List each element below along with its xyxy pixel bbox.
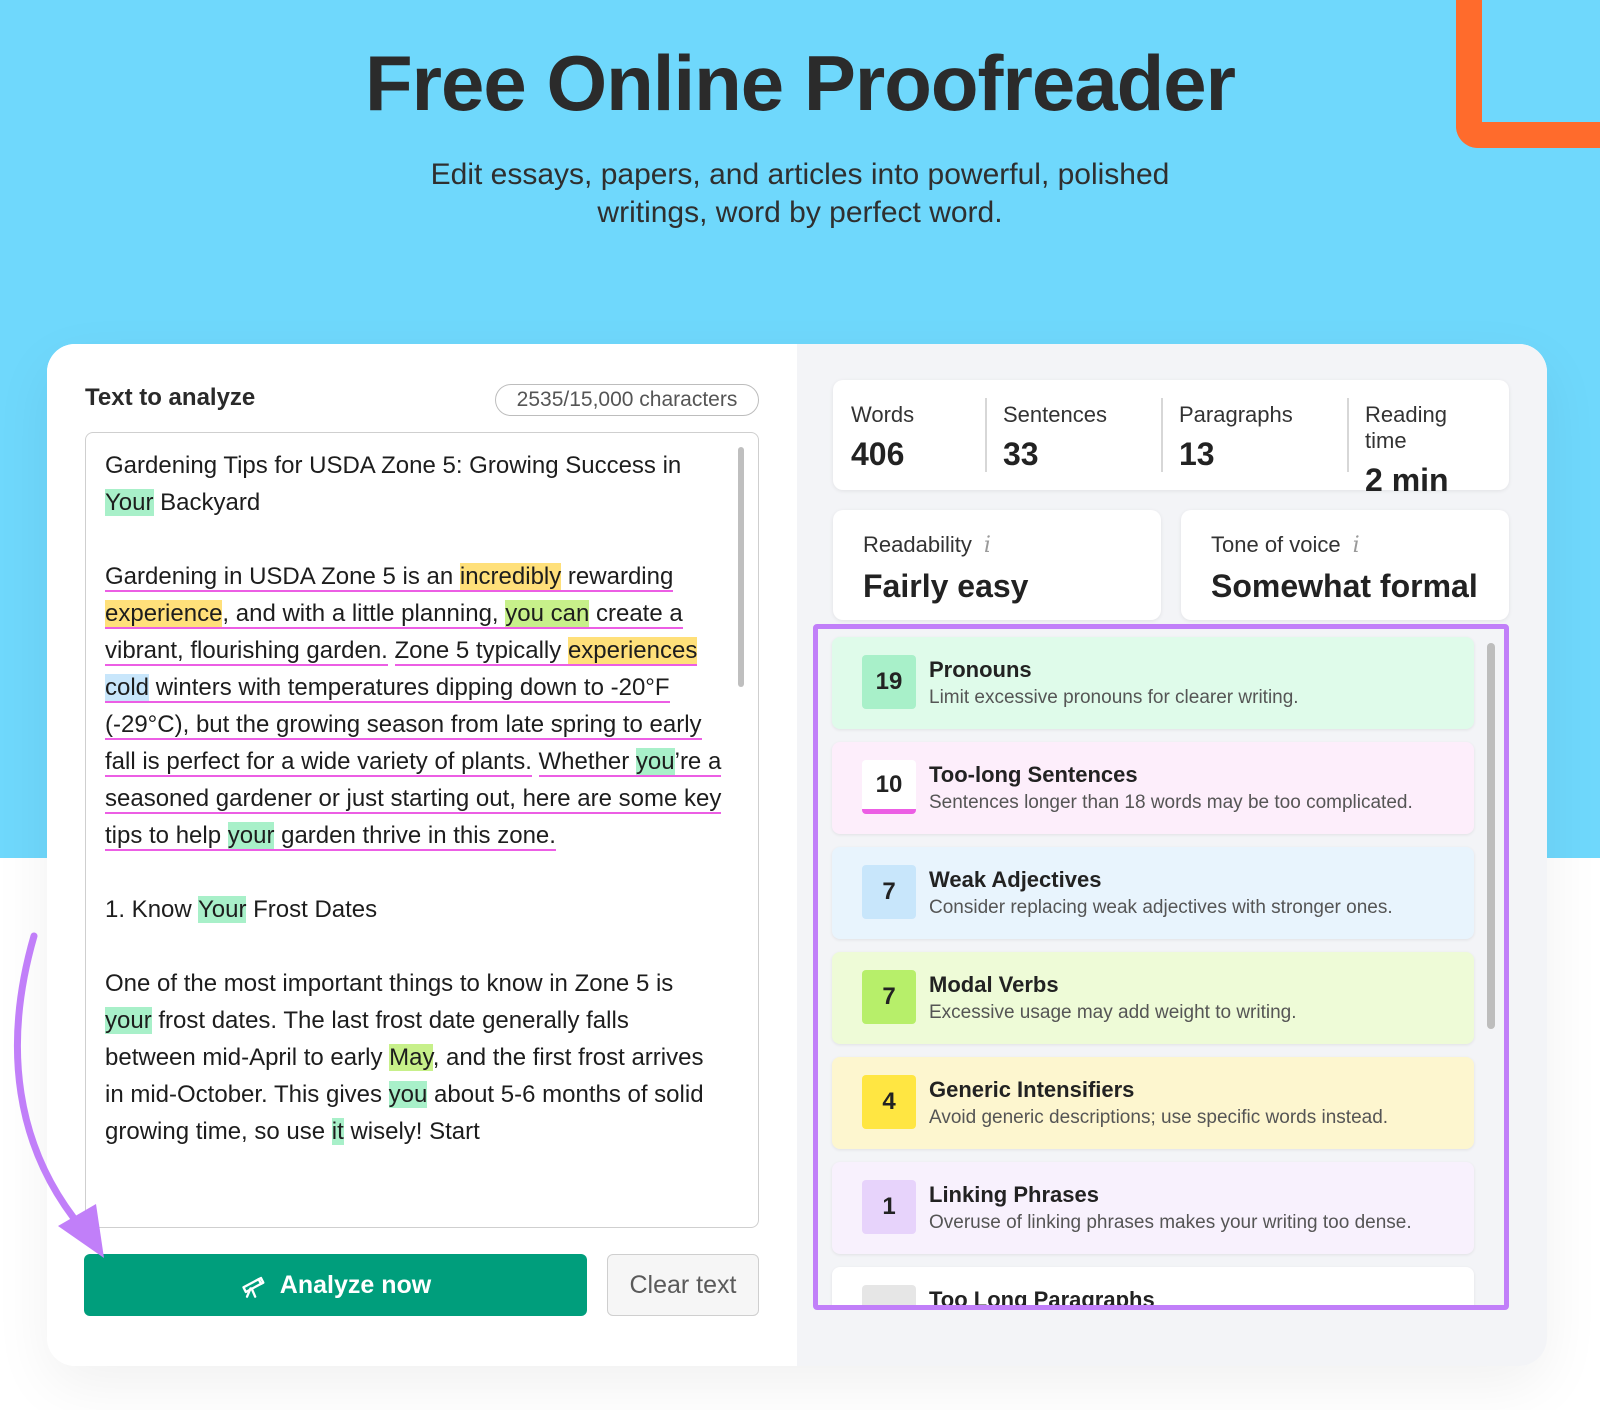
issue-description: Excessive usage may add weight to writin…	[929, 1002, 1297, 1023]
text-run: Gardening Tips for USDA Zone 5: Growing …	[105, 452, 682, 479]
subtitle-line: writings, word by perfect word.	[597, 196, 1003, 229]
issues-highlight-frame: 19 Pronouns Limit excessive pronouns for…	[813, 624, 1509, 1310]
analyze-now-button[interactable]: Analyze now	[84, 1254, 587, 1316]
character-count-badge: 2535/15,000 characters	[495, 384, 759, 416]
text-run: , and with a little planning,	[222, 600, 506, 627]
modal-verb-highlight[interactable]: May	[389, 1044, 433, 1071]
text-run: 1. Know	[105, 896, 198, 923]
issue-card-linking-phrases[interactable]: 1 Linking Phrases Overuse of linking phr…	[832, 1162, 1474, 1254]
intensifier-highlight[interactable]: experiences	[567, 637, 698, 664]
section-heading: 1. Know Your Frost Dates	[105, 891, 725, 928]
stat-label: Words	[851, 402, 915, 427]
issue-title: Too-long Sentences	[929, 762, 1138, 787]
editor-panel: Text to analyze 2535/15,000 characters G…	[47, 344, 797, 1366]
readability-value: Fairly easy	[863, 568, 1029, 604]
stat-reading-time: Reading time 2 min	[1347, 380, 1509, 498]
issue-description: Consider replacing weak adjectives with …	[929, 897, 1393, 918]
document-title-line: Gardening Tips for USDA Zone 5: Growing …	[105, 447, 725, 521]
tone-of-voice-card: Tone of voice i Somewhat formal	[1181, 510, 1509, 620]
text-run: Frost Dates	[246, 896, 378, 923]
arrow-icon	[14, 932, 104, 1258]
stat-label: Paragraphs	[1179, 402, 1293, 427]
intensifier-highlight[interactable]: experience	[105, 600, 223, 627]
stat-value: 2 min	[1365, 462, 1449, 498]
issue-count-badge: 7	[862, 865, 916, 919]
results-panel: Words 406 Sentences 33 Paragraphs 13 Rea…	[797, 344, 1547, 1366]
analyze-now-label: Analyze now	[279, 1270, 432, 1299]
pronoun-highlight[interactable]: you	[635, 748, 675, 775]
readability-label-text: Readability	[863, 532, 972, 557]
issues-scrollbar[interactable]	[1487, 643, 1495, 1029]
modal-verb-highlight[interactable]: you can	[505, 600, 590, 627]
text-run: Gardening in USDA Zone 5 is an	[105, 563, 460, 590]
clear-text-button[interactable]: Clear text	[607, 1254, 759, 1316]
text-to-analyze-label: Text to analyze	[85, 384, 256, 411]
issue-title: Modal Verbs	[929, 972, 1059, 997]
telescope-icon	[242, 1276, 265, 1298]
stat-paragraphs: Paragraphs 13	[1161, 380, 1347, 490]
issue-count-badge	[862, 1285, 916, 1305]
text-run: Backyard	[153, 489, 261, 516]
info-icon[interactable]: i	[984, 533, 991, 558]
tone-of-voice-label: Tone of voice i	[1211, 532, 1479, 558]
issue-count-badge: 19	[862, 655, 916, 709]
issue-description: Overuse of linking phrases makes your wr…	[929, 1212, 1412, 1233]
issue-count-badge: 7	[862, 970, 916, 1024]
issue-card-modal-verbs[interactable]: 7 Modal Verbs Excessive usage may add we…	[832, 952, 1474, 1044]
weak-adjective-highlight[interactable]: cold	[105, 674, 150, 701]
issue-description: Sentences longer than 18 words may be to…	[929, 792, 1413, 813]
intensifier-highlight[interactable]: incredibly	[459, 563, 562, 590]
issue-title: Pronouns	[929, 657, 1032, 682]
issues-list: 19 Pronouns Limit excessive pronouns for…	[832, 637, 1474, 1310]
issue-title: Generic Intensifiers	[929, 1077, 1135, 1102]
readability-label: Readability i	[863, 532, 1131, 558]
text-run: One of the most important things to know…	[105, 970, 674, 997]
tone-label-text: Tone of voice	[1211, 532, 1341, 557]
text-scrollbar[interactable]	[738, 447, 744, 687]
issue-title: Weak Adjectives	[929, 867, 1102, 892]
text-run: wisely! Start	[343, 1118, 480, 1145]
issue-card-pronouns[interactable]: 19 Pronouns Limit excessive pronouns for…	[832, 637, 1474, 729]
issue-card-too-long-sentences[interactable]: 10 Too-long Sentences Sentences longer t…	[832, 742, 1474, 834]
issue-title: Linking Phrases	[929, 1182, 1099, 1207]
paragraph: One of the most important things to know…	[105, 965, 725, 1150]
stat-value: 33	[1003, 436, 1039, 472]
stats-bar: Words 406 Sentences 33 Paragraphs 13 Rea…	[833, 380, 1509, 498]
stat-label: Sentences	[1003, 402, 1107, 427]
issue-count-badge: 4	[862, 1075, 916, 1129]
stat-value: 13	[1179, 436, 1215, 472]
stat-sentences: Sentences 33	[985, 380, 1161, 490]
stat-value: 406	[851, 436, 905, 472]
pronoun-highlight[interactable]: you	[388, 1081, 428, 1108]
issue-title: Too Long Paragraphs	[929, 1287, 1155, 1310]
text-run: Zone 5 typically	[394, 637, 568, 664]
page-subtitle: Edit essays, papers, and articles into p…	[350, 156, 1250, 232]
text-input-area[interactable]: Gardening Tips for USDA Zone 5: Growing …	[85, 432, 759, 1228]
tone-of-voice-value: Somewhat formal	[1211, 568, 1478, 604]
issue-card-too-long-paragraphs[interactable]: Too Long Paragraphs	[832, 1267, 1474, 1310]
text-content[interactable]: Gardening Tips for USDA Zone 5: Growing …	[105, 447, 725, 1187]
subtitle-line: Edit essays, papers, and articles into p…	[430, 158, 1170, 191]
issue-card-weak-adjectives[interactable]: 7 Weak Adjectives Consider replacing wea…	[832, 847, 1474, 939]
pronoun-highlight[interactable]: your	[227, 822, 275, 849]
paragraph: Gardening in USDA Zone 5 is an incredibl…	[105, 558, 725, 854]
pronoun-highlight[interactable]: Your	[197, 896, 247, 923]
readability-card: Readability i Fairly easy	[833, 510, 1161, 620]
text-run: rewarding	[561, 563, 674, 590]
page-title: Free Online Proofreader	[365, 39, 1236, 127]
issue-count-badge: 10	[862, 760, 916, 814]
stat-label: Reading time	[1365, 402, 1447, 453]
text-run: Whether	[538, 748, 636, 775]
text-run: garden thrive in this zone.	[274, 822, 556, 849]
issue-description: Limit excessive pronouns for clearer wri…	[929, 687, 1299, 708]
pronoun-highlight[interactable]: it	[331, 1118, 344, 1145]
pronoun-highlight[interactable]: Your	[105, 489, 154, 516]
stat-words: Words 406	[833, 380, 985, 490]
issue-description: Avoid generic descriptions; use specific…	[929, 1107, 1389, 1128]
issue-card-generic-intensifiers[interactable]: 4 Generic Intensifiers Avoid generic des…	[832, 1057, 1474, 1149]
proofreader-card: Text to analyze 2535/15,000 characters G…	[47, 344, 1547, 1366]
issue-count-badge: 1	[862, 1180, 916, 1234]
info-icon[interactable]: i	[1353, 533, 1360, 558]
